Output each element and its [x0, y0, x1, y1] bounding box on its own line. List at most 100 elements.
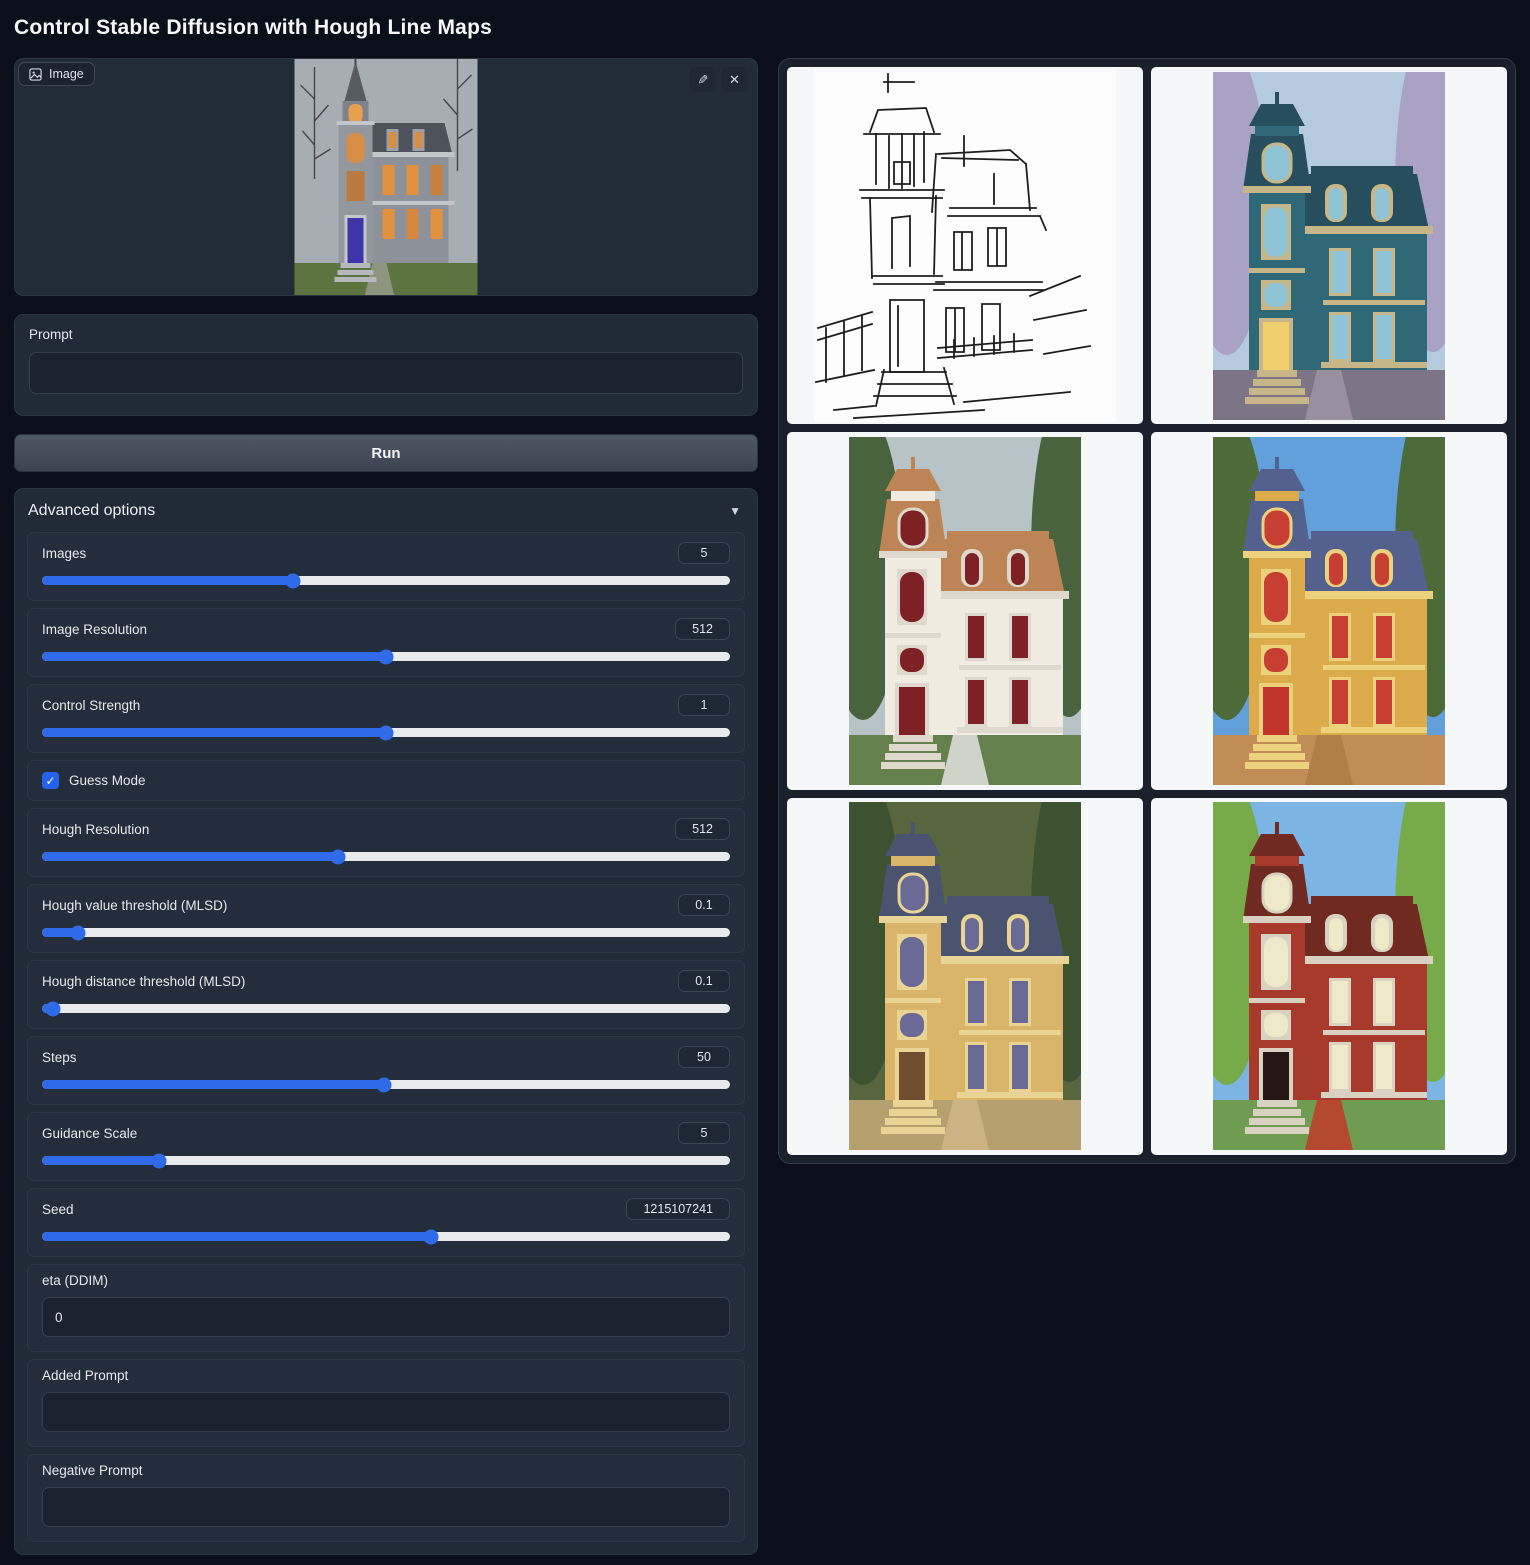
textbox-label: eta (DDIM): [42, 1273, 730, 1288]
slider-fill: [42, 1080, 384, 1089]
slider-label: Image Resolution: [42, 622, 147, 637]
generated-image-3: [1213, 437, 1445, 785]
slider-track-images[interactable]: [42, 576, 730, 585]
textbox-input-negative-prompt[interactable]: [42, 1487, 730, 1527]
slider-fill: [42, 1232, 431, 1241]
result-gallery: [778, 58, 1516, 1164]
prompt-input[interactable]: [29, 352, 743, 394]
slider-track-hough-value-threshold-mlsd[interactable]: [42, 928, 730, 937]
textbox-label: Negative Prompt: [42, 1463, 730, 1478]
slider-label: Guidance Scale: [42, 1126, 137, 1141]
slider-fill: [42, 852, 338, 861]
slider-handle-hough-resolution[interactable]: [330, 849, 345, 864]
slider-handle-image-resolution[interactable]: [379, 649, 394, 664]
slider-handle-guidance-scale[interactable]: [151, 1153, 166, 1168]
run-button[interactable]: Run: [14, 434, 758, 472]
slider-label: Hough Resolution: [42, 822, 149, 837]
slider-value-seed[interactable]: 1215107241: [626, 1198, 730, 1220]
slider-label: Hough value threshold (MLSD): [42, 898, 227, 913]
image-input-label-text: Image: [49, 67, 84, 81]
textbox-input-eta-ddim[interactable]: [42, 1297, 730, 1337]
slider-value-guidance-scale[interactable]: 5: [678, 1122, 730, 1144]
slider-track-guidance-scale[interactable]: [42, 1156, 730, 1165]
slider-value-hough-value-threshold-mlsd[interactable]: 0.1: [678, 894, 730, 916]
slider-label: Images: [42, 546, 86, 561]
slider-track-image-resolution[interactable]: [42, 652, 730, 661]
slider-group-image-resolution: Image Resolution 512: [27, 608, 745, 677]
slider-track-hough-distance-threshold-mlsd[interactable]: [42, 1004, 730, 1013]
generated-image-4: [849, 802, 1081, 1150]
generated-image-2: [849, 437, 1081, 785]
image-icon: [29, 68, 42, 81]
slider-group-seed: Seed 1215107241: [27, 1188, 745, 1257]
image-input[interactable]: Image ✎ ✕: [14, 58, 758, 296]
slider-track-control-strength[interactable]: [42, 728, 730, 737]
main-layout: Image ✎ ✕: [14, 58, 1516, 1555]
advanced-options-title: Advanced options: [28, 502, 155, 520]
chevron-down-icon: ▼: [729, 504, 741, 518]
advanced-options-body: Images 5 Image Resolution 512 Control St…: [15, 532, 757, 1542]
slider-group-hough-distance-threshold-mlsd: Hough distance threshold (MLSD) 0.1: [27, 960, 745, 1029]
slider-value-control-strength[interactable]: 1: [678, 694, 730, 716]
checkbox-group-guess-mode[interactable]: ✓ Guess Mode: [27, 760, 745, 801]
slider-handle-hough-value-threshold-mlsd[interactable]: [71, 925, 86, 940]
gallery-item-yellow-house[interactable]: [1151, 432, 1507, 789]
slider-track-seed[interactable]: [42, 1232, 730, 1241]
advanced-options-accordion: Advanced options ▼ Images 5 Image Resolu…: [14, 488, 758, 1555]
edit-image-button[interactable]: ✎: [690, 67, 715, 92]
slider-handle-images[interactable]: [286, 573, 301, 588]
generated-image-1: [1213, 72, 1445, 420]
slider-group-control-strength: Control Strength 1: [27, 684, 745, 753]
gallery-item-hough-line-map[interactable]: [787, 67, 1143, 424]
slider-value-hough-distance-threshold-mlsd[interactable]: 0.1: [678, 970, 730, 992]
slider-handle-steps[interactable]: [376, 1077, 391, 1092]
slider-value-hough-resolution[interactable]: 512: [675, 818, 730, 840]
textbox-group-added-prompt: Added Prompt: [27, 1359, 745, 1447]
slider-track-steps[interactable]: [42, 1080, 730, 1089]
slider-value-image-resolution[interactable]: 512: [675, 618, 730, 640]
guess-mode-checkbox[interactable]: ✓: [42, 772, 59, 789]
generated-image-5: [1213, 802, 1445, 1150]
slider-handle-seed[interactable]: [423, 1229, 438, 1244]
advanced-options-header[interactable]: Advanced options ▼: [15, 489, 757, 532]
image-input-label: Image: [18, 62, 95, 86]
slider-group-images: Images 5: [27, 532, 745, 601]
slider-group-guidance-scale: Guidance Scale 5: [27, 1112, 745, 1181]
input-image-preview: [295, 59, 478, 296]
textbox-input-added-prompt[interactable]: [42, 1392, 730, 1432]
gallery-item-red-house[interactable]: [1151, 798, 1507, 1155]
close-icon: ✕: [729, 73, 740, 86]
slider-value-images[interactable]: 5: [678, 542, 730, 564]
slider-label: Steps: [42, 1050, 77, 1065]
textbox-label: Added Prompt: [42, 1368, 730, 1383]
pencil-icon: ✎: [696, 74, 709, 85]
slider-label: Hough distance threshold (MLSD): [42, 974, 245, 989]
slider-handle-hough-distance-threshold-mlsd[interactable]: [46, 1001, 61, 1016]
slider-handle-control-strength[interactable]: [379, 725, 394, 740]
clear-image-button[interactable]: ✕: [722, 67, 747, 92]
slider-fill: [42, 728, 386, 737]
slider-label: Control Strength: [42, 698, 140, 713]
slider-label: Seed: [42, 1202, 74, 1217]
slider-fill: [42, 1156, 159, 1165]
prompt-label: Prompt: [29, 327, 743, 342]
slider-value-steps[interactable]: 50: [678, 1046, 730, 1068]
textbox-group-eta-ddim: eta (DDIM): [27, 1264, 745, 1352]
page-title: Control Stable Diffusion with Hough Line…: [14, 16, 1516, 40]
check-icon: ✓: [45, 774, 55, 788]
gallery-item-golden-house[interactable]: [787, 798, 1143, 1155]
slider-group-hough-value-threshold-mlsd: Hough value threshold (MLSD) 0.1: [27, 884, 745, 953]
gallery-item-white-house[interactable]: [787, 432, 1143, 789]
prompt-group: Prompt: [14, 314, 758, 416]
checkbox-label: Guess Mode: [69, 773, 146, 788]
hough-line-map-image: [814, 70, 1116, 422]
slider-group-steps: Steps 50: [27, 1036, 745, 1105]
slider-fill: [42, 652, 386, 661]
slider-fill: [42, 576, 293, 585]
gallery-item-teal-house[interactable]: [1151, 67, 1507, 424]
slider-track-hough-resolution[interactable]: [42, 852, 730, 861]
image-actions: ✎ ✕: [690, 67, 747, 92]
controls-column: Image ✎ ✕: [14, 58, 758, 1555]
app-root: Control Stable Diffusion with Hough Line…: [0, 0, 1530, 1565]
textbox-group-negative-prompt: Negative Prompt: [27, 1454, 745, 1542]
